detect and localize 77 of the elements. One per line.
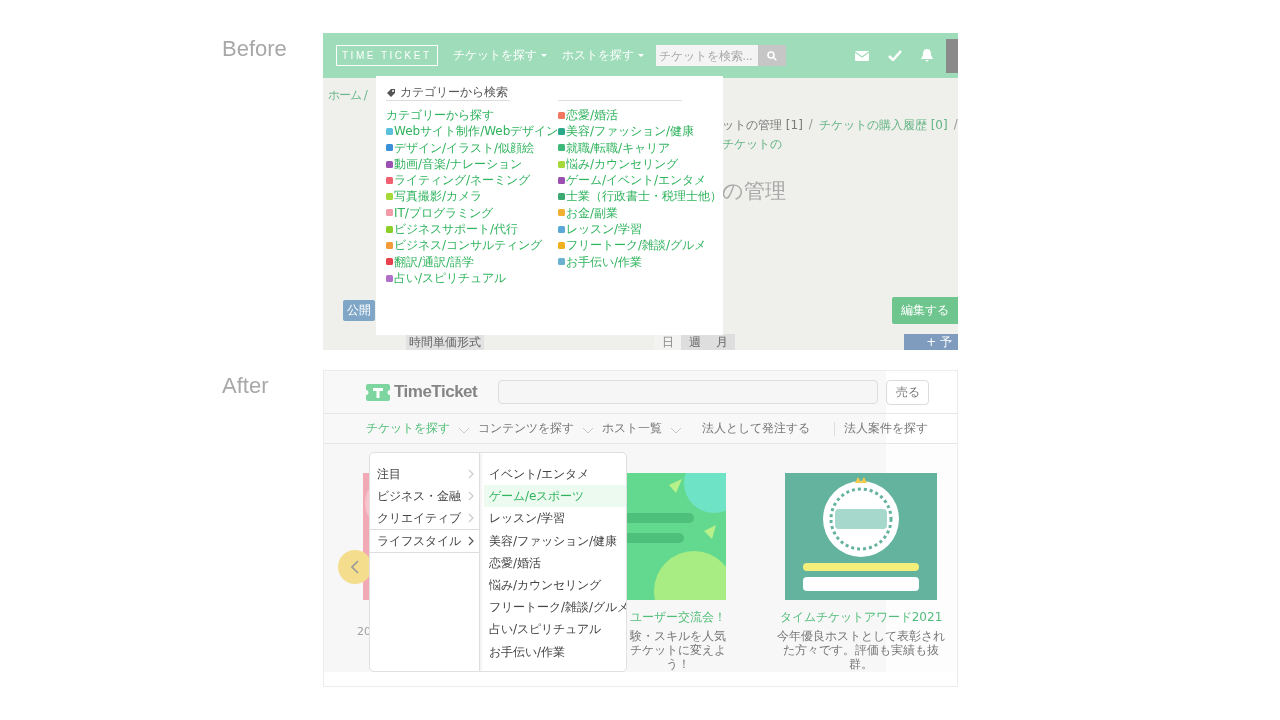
card-description: 験・スキルを人気チケットに変えよう！ (630, 630, 726, 672)
nav-link[interactable]: チケットを探す (366, 420, 450, 437)
status-badge: 公開 (343, 300, 375, 321)
card-description: 今年優良ホストとして表彰された方々です。評価も実績も抜群。 (776, 630, 946, 672)
chevron-left-icon (351, 560, 359, 574)
category-link[interactable]: ライティング/ネーミング (386, 172, 556, 189)
sell-button[interactable]: 売る (886, 379, 930, 405)
category-link[interactable]: 就職/転職/キャリア (558, 139, 723, 156)
envelope-icon (855, 50, 869, 61)
category-link[interactable]: 動画/音楽/ナレーション (386, 155, 556, 173)
category-link[interactable]: Webサイト制作/Webデザイン (386, 123, 556, 140)
ticket-logo-icon (366, 383, 390, 401)
category-item[interactable]: クリエイティブ (370, 507, 479, 529)
chevron-right-icon (468, 536, 474, 546)
category-item[interactable]: ビジネス・金融 (370, 485, 479, 507)
search-field[interactable] (498, 380, 879, 404)
subcategory-item[interactable]: お手伝い/作業 (484, 640, 626, 663)
logo[interactable]: TimeTicket (394, 382, 478, 402)
nav-link[interactable]: ホスト一覧 (602, 420, 662, 437)
category-link[interactable]: ゲーム/イベント/エンタメ (558, 172, 723, 189)
logo[interactable]: TIME TICKET (336, 45, 438, 66)
category-item[interactable]: 注目 (370, 463, 479, 485)
category-link[interactable]: 占い/スピリチュアル (386, 269, 556, 287)
category-link[interactable]: お金/副業 (558, 204, 723, 222)
nav-link[interactable]: コンテンツを探す (478, 420, 574, 437)
subcategory-item[interactable]: 恋愛/婚活 (484, 551, 626, 574)
search-icon (766, 50, 777, 61)
category-link[interactable]: 写真撮影/カメラ (386, 188, 556, 205)
category-link[interactable]: 悩み/カウンセリング (558, 155, 723, 173)
subcategory-item[interactable]: ゲーム/eスポーツ (484, 485, 626, 508)
chevron-right-icon (468, 469, 474, 479)
breadcrumb-link[interactable]: チケットの購入履歴 [0] (818, 117, 948, 134)
subcategory-item[interactable]: 悩み/カウンセリング (484, 573, 626, 597)
menu-subheading[interactable]: カテゴリーから探す (386, 107, 556, 124)
category-link[interactable]: ビジネス/コンサルティング (386, 237, 556, 254)
category-link[interactable]: デザイン/イラスト/似顔絵 (386, 139, 556, 156)
breadcrumb-link[interactable]: ットの管理 [1] (722, 117, 803, 134)
category-link[interactable]: 翻訳/通訳/語学 (386, 253, 556, 270)
chevron-right-icon (468, 513, 474, 523)
nav-link[interactable]: チケットを探す (452, 47, 547, 64)
section-label: Before (222, 38, 287, 60)
search-field[interactable]: チケットを検索... (655, 45, 758, 66)
nav-link[interactable]: ホストを探す (561, 47, 644, 64)
subcategory-item[interactable]: 占い/スピリチュアル (484, 618, 626, 641)
category-link[interactable]: フリートーク/雑談/グルメ (558, 237, 723, 254)
nav-link[interactable]: 法人案件を探す (844, 420, 928, 437)
nav-link[interactable]: 法人として発注する (702, 420, 810, 437)
subcategory-item[interactable]: イベント/エンタメ (484, 463, 626, 486)
tag-icon (386, 87, 396, 98)
account-block[interactable] (946, 38, 958, 73)
view-tab[interactable]: 月 (708, 334, 735, 350)
category-link[interactable]: お手伝い/作業 (558, 253, 723, 270)
section-label: After (222, 375, 269, 397)
edit-button[interactable]: 編集する (892, 297, 958, 324)
check-icon (888, 50, 902, 61)
category-link[interactable]: 美容/ファッション/健康 (558, 123, 723, 140)
subcategory-item[interactable]: レッスン/学習 (484, 507, 626, 530)
breadcrumb-separator: / (808, 117, 813, 133)
category-link[interactable]: IT/プログラミング (386, 204, 556, 222)
breadcrumb-link[interactable]: チケットの (722, 136, 782, 153)
category-link[interactable]: レッスン/学習 (558, 221, 723, 238)
category-link[interactable]: ビジネスサポート/代行 (386, 221, 556, 238)
subcategory-item[interactable]: 美容/ファッション/健康 (484, 529, 626, 552)
card-title[interactable]: ユーザー交流会！ (630, 609, 726, 626)
subcategory-item[interactable]: フリートーク/雑談/グルメ (484, 596, 626, 619)
bell-icon (921, 49, 933, 62)
breadcrumb[interactable]: ホーム / (328, 87, 367, 104)
chevron-right-icon (468, 491, 474, 501)
search-button[interactable] (757, 45, 786, 66)
reserve-button[interactable]: + 予 (904, 334, 958, 350)
category-link[interactable]: 恋愛/婚活 (558, 107, 723, 124)
category-item[interactable]: ライフスタイル (370, 529, 479, 553)
menu-heading: カテゴリーから検索 (400, 84, 508, 101)
category-link[interactable]: 士業（行政書士・税理士他） (558, 188, 723, 205)
page-title: の管理 (722, 178, 787, 205)
breadcrumb-separator: / (953, 117, 958, 133)
card-title[interactable]: タイムチケットアワード2021 (779, 609, 943, 626)
